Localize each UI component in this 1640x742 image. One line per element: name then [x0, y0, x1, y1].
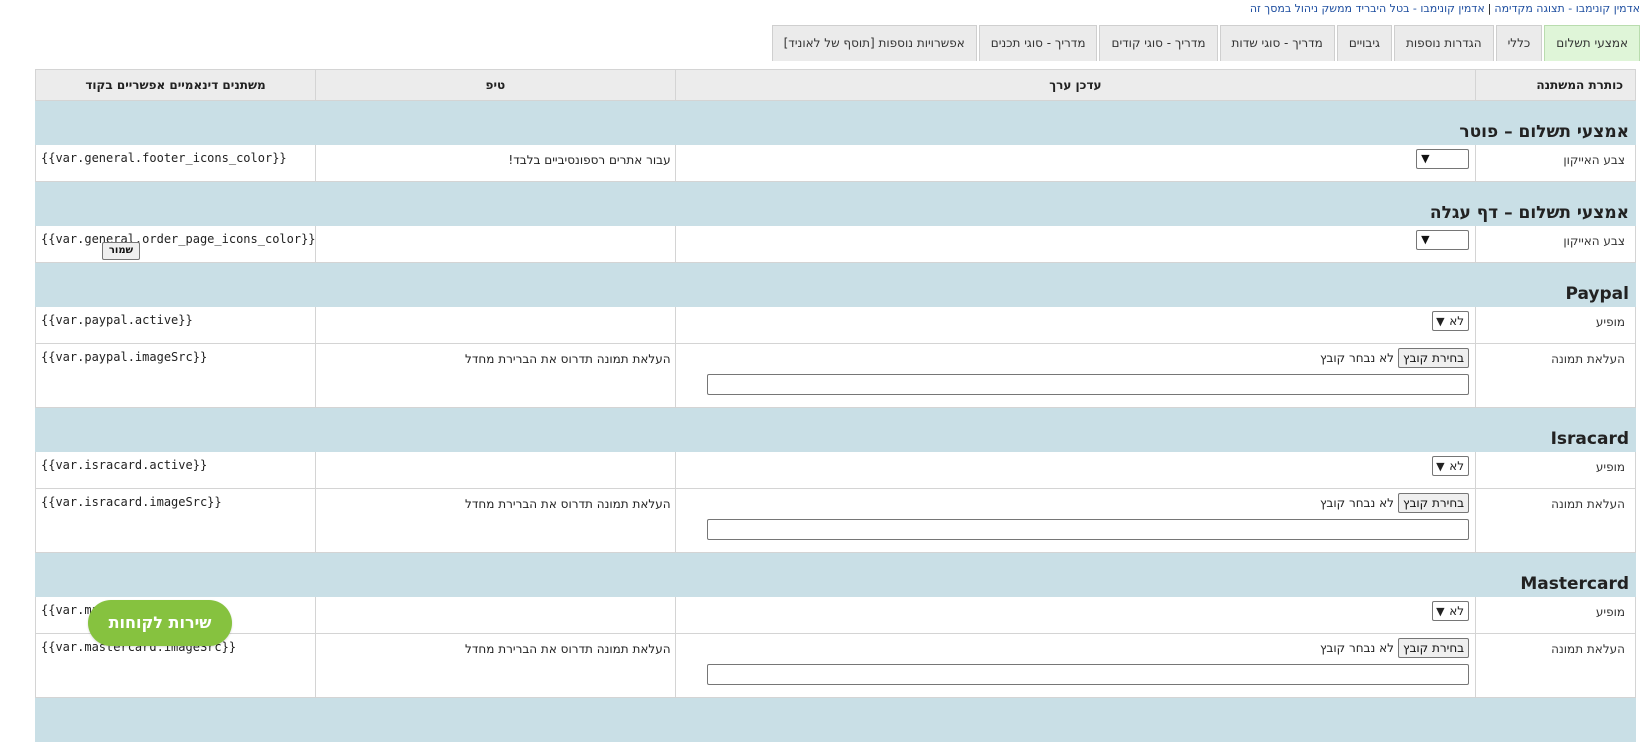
isracard-image-url-input[interactable]: [707, 519, 1470, 540]
tab-extra-options[interactable]: אפשרויות נוספות [תוסף של לאוניד]: [771, 25, 977, 61]
col-header-value: עדכן ערך: [674, 69, 1477, 101]
chevron-down-icon: ▼: [1421, 233, 1430, 246]
chevron-down-icon: ▼: [1436, 605, 1445, 618]
chevron-down-icon: ▼: [1436, 460, 1445, 473]
choose-file-button[interactable]: בחירת קובץ: [1397, 348, 1470, 368]
section-heading-cart: אמצעי תשלום – דף עגלה: [35, 181, 1636, 226]
row-tip: עבור אתרים רספונסיביים בלבד!: [315, 144, 676, 182]
tab-guide-content-types[interactable]: מדריך - סוגי תכנים: [978, 25, 1098, 61]
table-row: צבע האייקון ▼ עבור אתרים רספונסיביים בלב…: [34, 144, 1636, 182]
tab-guide-field-types[interactable]: מדריך - סוגי שדות: [1219, 25, 1335, 61]
no-file-label: לא נבחר קובץ: [1319, 641, 1394, 655]
chevron-down-icon: ▼: [1421, 152, 1430, 165]
breadcrumb-prefix: אדמין קונימבו - תצוגה מקדימה: [1494, 2, 1640, 15]
section-heading-paypal: Paypal: [35, 262, 1636, 307]
row-label: מופיע: [1475, 451, 1636, 489]
table-row: מופיע לא▼ {{var.mastercard.active}}: [34, 596, 1636, 634]
row-tip: [315, 451, 676, 489]
row-label: מופיע: [1475, 306, 1636, 344]
no-file-label: לא נבחר קובץ: [1319, 351, 1394, 365]
row-tip: [315, 596, 676, 634]
variables-table: כותרת המשתנה עדכן ערך טיפ משתנים דינאמיי…: [34, 69, 1636, 742]
tab-guide-code-types[interactable]: מדריך - סוגי קודים: [1099, 25, 1218, 61]
row-var: {{var.isracard.imageSrc}}: [34, 488, 317, 553]
isracard-file-picker: בחירת קובץ לא נבחר קובץ: [1319, 493, 1470, 513]
select-value: לא: [1449, 314, 1465, 328]
tab-backups[interactable]: גיבויים: [1336, 25, 1392, 61]
row-var: {{var.paypal.imageSrc}}: [34, 343, 317, 408]
breadcrumb-separator: |: [1487, 2, 1492, 15]
section-heading-footer: אמצעי תשלום – פוטר: [35, 100, 1636, 145]
row-tip: [315, 306, 676, 344]
col-header-tip: טיפ: [315, 69, 676, 101]
col-header-title: כותרת המשתנה: [1475, 69, 1636, 101]
paypal-file-picker: בחירת קובץ לא נבחר קובץ: [1319, 348, 1470, 368]
table-row: מופיע לא ▼ {{var.isracard.active}}: [34, 451, 1636, 489]
footer-icon-color-select[interactable]: ▼: [1416, 149, 1470, 169]
tab-payment-methods[interactable]: אמצעי תשלום: [1544, 25, 1640, 61]
row-var: {{var.isracard.active}}: [34, 451, 317, 489]
row-tip: העלאת תמונה תדרוס את הברירת מחדל: [315, 343, 676, 408]
table-row: העלאת תמונה בחירת קובץ לא נבחר קובץ העלא…: [34, 633, 1636, 698]
row-tip: [315, 225, 676, 263]
row-label: צבע האייקון: [1475, 144, 1636, 182]
row-var: {{var.general.footer_icons_color}}: [34, 144, 317, 182]
tab-general[interactable]: כללי: [1495, 25, 1543, 61]
customer-service-button[interactable]: שירות לקוחות: [88, 600, 232, 646]
row-label: העלאת תמונה: [1475, 633, 1636, 698]
choose-file-button[interactable]: בחירת קובץ: [1397, 493, 1470, 513]
select-value: לא: [1449, 604, 1465, 618]
mastercard-image-url-input[interactable]: [707, 664, 1470, 685]
paypal-active-select[interactable]: לא ▼: [1432, 311, 1470, 331]
mastercard-active-select[interactable]: לא ▼: [1432, 601, 1470, 621]
row-var: {{var.general.order_page_icons_color}}: [34, 225, 317, 263]
col-header-vars: משתנים דינאמיים אפשריים בקוד: [34, 69, 317, 101]
section-heading-isracard: Isracard: [35, 407, 1636, 452]
no-file-label: לא נבחר קובץ: [1319, 496, 1394, 510]
chevron-down-icon: ▼: [1436, 315, 1445, 328]
row-label: העלאת תמונה: [1475, 488, 1636, 553]
row-var: {{var.paypal.active}}: [34, 306, 317, 344]
row-tip: העלאת תמונה תדרוס את הברירת מחדל: [315, 633, 676, 698]
isracard-active-select[interactable]: לא ▼: [1432, 456, 1470, 476]
table-row: העלאת תמונה בחירת קובץ לא נבחר קובץ העלא…: [34, 488, 1636, 553]
save-button[interactable]: שמור: [102, 242, 140, 260]
row-label: העלאת תמונה: [1475, 343, 1636, 408]
choose-file-button[interactable]: בחירת קובץ: [1397, 638, 1470, 658]
row-tip: העלאת תמונה תדרוס את הברירת מחדל: [315, 488, 676, 553]
tab-more-settings[interactable]: הגדרות נוספות: [1393, 25, 1494, 61]
disable-hybrid-link[interactable]: אדמין קונימבו - בטל היבריד ממשק ניהול במ…: [1250, 2, 1485, 15]
select-value: לא: [1449, 459, 1465, 473]
table-row: העלאת תמונה בחירת קובץ לא נבחר קובץ העלא…: [34, 343, 1636, 408]
table-row: צבע האייקון ▼ {{var.general.order_page_i…: [34, 225, 1636, 263]
table-row: מופיע לא ▼ {{var.paypal.active}}: [34, 306, 1636, 344]
top-breadcrumb: אדמין קונימבו - תצוגה מקדימה|אדמין קונימ…: [0, 2, 1640, 18]
paypal-image-url-input[interactable]: [707, 374, 1470, 395]
section-heading-mastercard: Mastercard: [35, 552, 1636, 597]
settings-tabs: אמצעי תשלום כללי הגדרות נוספות גיבויים מ…: [770, 25, 1640, 61]
mastercard-file-picker: בחירת קובץ לא נבחר קובץ: [1319, 638, 1470, 658]
cart-icon-color-select[interactable]: ▼: [1416, 230, 1470, 250]
row-label: מופיע: [1475, 596, 1636, 634]
row-label: צבע האייקון: [1475, 225, 1636, 263]
section-heading-next: [35, 697, 1636, 742]
